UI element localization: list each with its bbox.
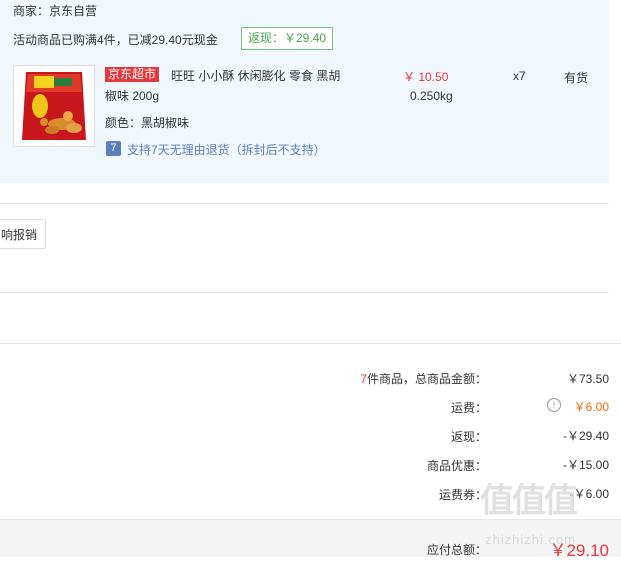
product-title-line1[interactable]: 旺旺 小小酥 休闲膨化 零食 黑胡 — [171, 67, 340, 84]
goods-count-row-label: 7件商品，总商品金额： — [360, 370, 487, 387]
return-policy-icon: 7 — [106, 141, 121, 156]
product-title-line2[interactable]: 椒味 200g — [105, 87, 159, 104]
divider — [0, 343, 621, 344]
product-thumbnail[interactable] — [13, 65, 95, 147]
discount-label: 商品优惠： — [426, 459, 487, 473]
invoice-button[interactable]: 响报销 — [0, 219, 46, 249]
product-quantity: x7 — [513, 69, 526, 83]
watermark-url: zhizhizhi.com — [485, 532, 577, 547]
shipping-value: ￥6.00 — [573, 400, 609, 414]
snack-bag-image — [14, 66, 94, 146]
jd-supermarket-tag: 京东超市 — [105, 67, 160, 82]
goods-count: 7 — [360, 372, 367, 386]
total-goods-amount: ￥73.50 — [566, 372, 609, 386]
goods-count-label: 件商品，总商品金额： — [366, 372, 487, 386]
order-block: 商家：京东自营 活动商品已购满4件，已减29.40元现金 返现：￥29.40 京… — [0, 0, 609, 183]
merchant-label: 商家：京东自营 — [13, 4, 98, 18]
watermark-logo: 值值值 — [480, 482, 578, 520]
product-color: 颜色：黑胡椒味 — [105, 116, 190, 130]
return-policy-text: 支持7天无理由退货（拆封后不支持） — [127, 143, 326, 157]
cashback-value: -￥29.40 — [562, 429, 609, 443]
payable-label: 应付总额： — [426, 543, 487, 557]
divider — [0, 203, 609, 204]
cashback-label: 返现： — [450, 430, 487, 444]
discount-value: -￥15.00 — [562, 458, 609, 472]
info-icon[interactable]: ! — [547, 398, 561, 412]
product-weight: 0.250kg — [410, 89, 453, 103]
shipping-label: 运费： — [450, 401, 487, 415]
promo-text: 活动商品已购满4件，已减29.40元现金 — [13, 33, 218, 47]
product-price: ￥ 10.50 — [403, 70, 449, 84]
divider — [0, 292, 609, 293]
stock-status: 有货 — [564, 71, 589, 85]
cashback-badge: 返现：￥29.40 — [241, 27, 333, 50]
